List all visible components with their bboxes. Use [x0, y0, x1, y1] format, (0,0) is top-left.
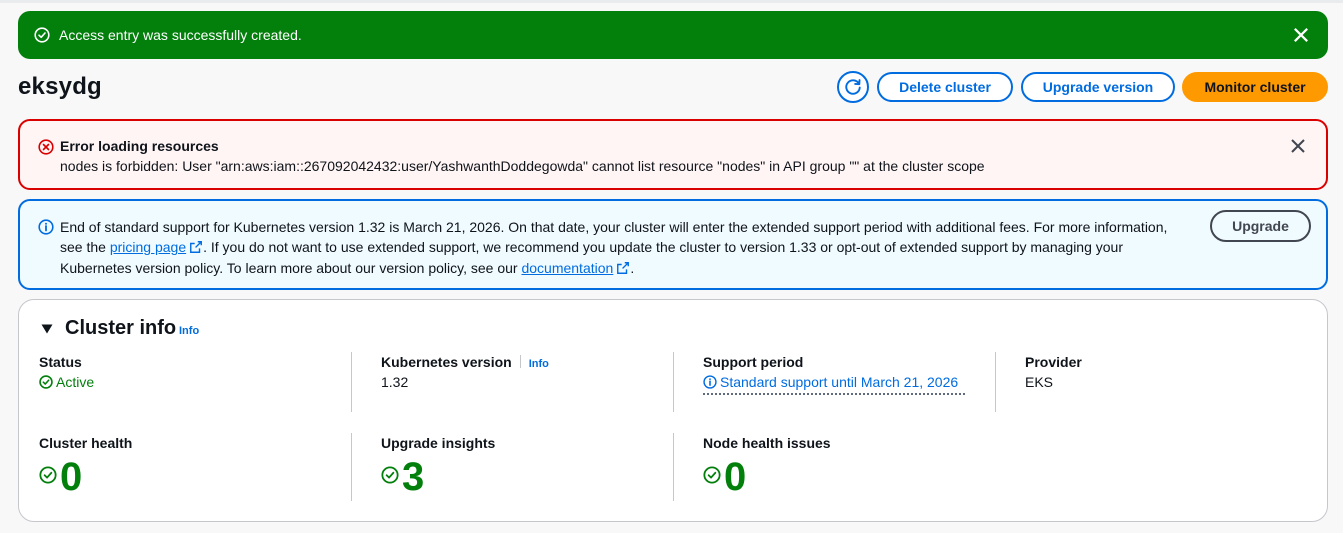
- info-icon: [703, 375, 717, 389]
- label-divider: [519, 355, 521, 368]
- cluster-info-title[interactable]: Cluster info: [65, 317, 176, 340]
- caret-down-icon[interactable]: [41, 323, 53, 335]
- column-divider: [351, 433, 352, 501]
- upgrade-insights-value[interactable]: 3: [381, 457, 495, 497]
- node-health-issues-count[interactable]: 0: [724, 455, 746, 499]
- info-text-part: .: [630, 259, 635, 276]
- documentation-link[interactable]: documentation: [521, 260, 613, 276]
- cluster-health-label: Cluster health: [39, 435, 133, 451]
- column-divider: [673, 433, 674, 501]
- provider-label: Provider: [1025, 354, 1082, 370]
- close-icon[interactable]: [1292, 26, 1310, 44]
- info-icon: [38, 219, 54, 235]
- cluster-info-panel: Cluster info Info Status Active Kubernet…: [18, 299, 1328, 522]
- refresh-icon: [845, 79, 861, 95]
- info-link[interactable]: Info: [529, 358, 549, 370]
- external-link-icon[interactable]: [189, 240, 203, 254]
- upgrade-insights-label: Upgrade insights: [381, 435, 496, 451]
- column-divider: [995, 352, 996, 412]
- status-text: Active: [56, 374, 95, 390]
- support-period-text[interactable]: Standard support until March 21, 2026: [720, 374, 958, 390]
- page-title: eksydg: [18, 73, 102, 100]
- upgrade-insights-field: Upgrade insights 3: [381, 435, 495, 497]
- support-period-value[interactable]: Standard support until March 21, 2026: [703, 372, 965, 395]
- delete-cluster-button[interactable]: Delete cluster: [877, 72, 1013, 102]
- cluster-health-value[interactable]: 0: [39, 457, 132, 497]
- success-check-icon: [39, 466, 57, 484]
- success-check-icon: [703, 466, 721, 484]
- info-alert: End of standard support for Kubernetes v…: [18, 199, 1328, 290]
- node-health-issues-value[interactable]: 0: [703, 457, 831, 497]
- upgrade-version-button[interactable]: Upgrade version: [1021, 72, 1175, 102]
- success-check-icon: [381, 466, 399, 484]
- kubernetes-version-label: Kubernetes version Info: [381, 354, 549, 370]
- success-check-icon: [39, 375, 53, 389]
- error-heading: Error loading resources: [60, 138, 219, 154]
- cluster-health-field: Cluster health 0: [39, 435, 132, 497]
- error-message: nodes is forbidden: User "arn:aws:iam::2…: [60, 158, 985, 174]
- info-alert-text: End of standard support for Kubernetes v…: [60, 217, 1190, 278]
- status-value: Active: [39, 374, 94, 390]
- error-icon: [38, 139, 54, 155]
- column-divider: [351, 352, 352, 412]
- support-period-link[interactable]: Standard support until March 21, 2026: [703, 372, 965, 395]
- success-flashbar: Access entry was successfully created.: [18, 11, 1328, 59]
- error-alert: Error loading resources nodes is forbidd…: [18, 119, 1328, 190]
- cluster-health-count[interactable]: 0: [60, 455, 82, 499]
- flash-message: Access entry was successfully created.: [59, 27, 302, 43]
- refresh-button[interactable]: [837, 71, 869, 103]
- close-icon[interactable]: [1290, 138, 1306, 154]
- top-divider: [0, 0, 1343, 3]
- status-field: Status Active: [39, 354, 94, 390]
- node-health-issues-label: Node health issues: [703, 435, 831, 451]
- pricing-page-link[interactable]: pricing page: [110, 239, 186, 255]
- kubernetes-version-label-text: Kubernetes version: [381, 354, 512, 370]
- monitor-cluster-button[interactable]: Monitor cluster: [1182, 72, 1328, 102]
- upgrade-insights-count[interactable]: 3: [402, 455, 424, 499]
- external-link-icon[interactable]: [616, 261, 630, 275]
- support-period-label: Support period: [703, 354, 804, 370]
- kubernetes-version-value: 1.32: [381, 374, 409, 390]
- provider-field: Provider EKS: [1025, 354, 1082, 390]
- success-check-icon: [34, 27, 50, 43]
- upgrade-button[interactable]: Upgrade: [1210, 210, 1311, 242]
- provider-value: EKS: [1025, 374, 1054, 390]
- kubernetes-version-field: Kubernetes version Info 1.32: [381, 354, 549, 390]
- node-health-issues-field: Node health issues 0: [703, 435, 831, 497]
- column-divider: [673, 352, 674, 412]
- status-label: Status: [39, 354, 82, 370]
- support-period-field: Support period Standard support until Ma…: [703, 354, 965, 395]
- info-link[interactable]: Info: [179, 325, 199, 337]
